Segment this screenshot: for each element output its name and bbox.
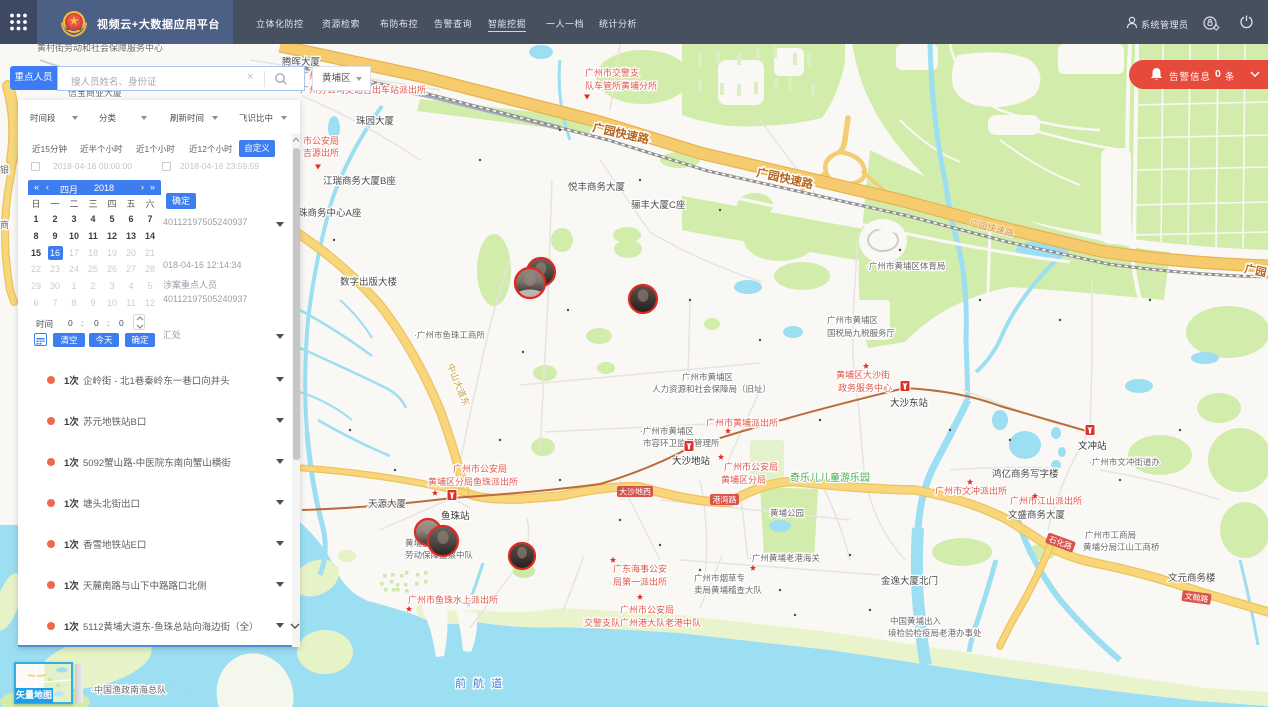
- svg-text:中国黄埔出入: 中国黄埔出入: [890, 616, 942, 626]
- svg-text:交警支队广州港大队老港中队: 交警支队广州港大队老港中队: [584, 617, 701, 628]
- svg-text:境检验检疫局老港办事处: 境检验检疫局老港办事处: [888, 628, 982, 638]
- svg-text:广东海事公安: 广东海事公安: [613, 563, 667, 574]
- svg-text:·广州市黄埔区: ·广州市黄埔区: [640, 426, 694, 436]
- svg-text:珠商务中心A座: 珠商务中心A座: [298, 207, 362, 219]
- svg-text:·广州黄埔老港海关: ·广州黄埔老港海关: [749, 553, 820, 563]
- svg-text:市容环卫监督管理所: 市容环卫监督管理所: [643, 438, 720, 448]
- svg-text:数字出版大楼: 数字出版大楼: [340, 276, 398, 288]
- svg-text:国税局九税服务厅: 国税局九税服务厅: [827, 328, 896, 338]
- svg-text:黄埔区大沙街: 黄埔区大沙街: [836, 369, 890, 380]
- svg-text:文盛商务大厦: 文盛商务大厦: [1008, 509, 1066, 521]
- svg-text:黄埔区分局鱼珠派出所: 黄埔区分局鱼珠派出所: [428, 476, 518, 487]
- svg-text:·广州市鱼珠工商所: ·广州市鱼珠工商所: [414, 330, 485, 340]
- svg-text:黄埔区分局: 黄埔区分局: [721, 474, 766, 485]
- svg-text:卖局黄埔稽查大队: 卖局黄埔稽查大队: [694, 585, 763, 595]
- svg-text:文元商务楼: 文元商务楼: [1168, 572, 1216, 584]
- svg-text:港湾路: 港湾路: [713, 495, 737, 505]
- svg-text:广州市烟草专: 广州市烟草专: [694, 573, 745, 583]
- svg-text:银: 银: [0, 164, 9, 175]
- svg-text:金逸大厦北门: 金逸大厦北门: [881, 575, 938, 587]
- svg-text:骊丰大厦C座: 骊丰大厦C座: [631, 199, 686, 211]
- svg-text:吉源出所: 吉源出所: [303, 147, 339, 158]
- svg-text:广州市文冲派出所: 广州市文冲派出所: [935, 485, 1007, 496]
- svg-text:黄埔分局江山工商桥: 黄埔分局江山工商桥: [1083, 542, 1160, 552]
- svg-text:广州市江山派出所: 广州市江山派出所: [1010, 495, 1082, 506]
- svg-text:·广州市文冲街道办: ·广州市文冲街道办: [1089, 457, 1160, 467]
- svg-text:局第一派出所: 局第一派出所: [613, 576, 667, 587]
- svg-text:天源大厦: 天源大厦: [368, 498, 407, 510]
- svg-text:·中国渔政南海总队: ·中国渔政南海总队: [91, 684, 166, 695]
- svg-text:政务服务中心: 政务服务中心: [838, 382, 892, 393]
- svg-text:市公安局: 市公安局: [303, 135, 339, 146]
- svg-text:文冲站: 文冲站: [1078, 440, 1107, 452]
- svg-text:广州市公安局: 广州市公安局: [724, 461, 778, 472]
- svg-text:广州市公安局: 广州市公安局: [620, 604, 674, 615]
- svg-text:江瑞商务大厦B座: 江瑞商务大厦B座: [323, 175, 396, 187]
- svg-text:大沙东站: 大沙东站: [890, 397, 929, 409]
- svg-text:鸿亿商务写字楼: 鸿亿商务写字楼: [992, 468, 1059, 480]
- svg-text:广州市公安局: 广州市公安局: [453, 463, 507, 474]
- svg-text:大沙地西: 大沙地西: [619, 487, 651, 497]
- svg-text:大沙地站: 大沙地站: [672, 455, 711, 467]
- svg-text:·广州市黄埔区体育局: ·广州市黄埔区体育局: [866, 261, 945, 271]
- svg-text:队车管所黄埔分所: 队车管所黄埔分所: [585, 80, 657, 91]
- svg-text:鱼珠站: 鱼珠站: [441, 510, 470, 522]
- svg-text:珠园大厦: 珠园大厦: [356, 115, 395, 127]
- svg-text:广州市鱼珠水上派出所: 广州市鱼珠水上派出所: [408, 594, 498, 605]
- svg-text:广州市黄埔派出所: 广州市黄埔派出所: [706, 417, 778, 428]
- svg-text:广州市工商局: 广州市工商局: [1085, 530, 1136, 540]
- svg-text:奇乐儿儿童游乐园: 奇乐儿儿童游乐园: [790, 471, 870, 484]
- svg-text:广州市黄埔区: 广州市黄埔区: [682, 372, 734, 382]
- svg-text:广州市交警支: 广州市交警支: [585, 67, 639, 78]
- svg-text:广州市黄埔区: 广州市黄埔区: [827, 315, 879, 325]
- svg-text:人力资源和社会保障局（旧址）: 人力资源和社会保障局（旧址）: [652, 384, 771, 394]
- svg-text:前 航 道: 前 航 道: [455, 676, 504, 690]
- svg-text:黄埔公园: 黄埔公园: [770, 508, 804, 518]
- svg-text:商: 商: [0, 219, 9, 230]
- svg-text:悦丰商务大厦: 悦丰商务大厦: [568, 181, 626, 193]
